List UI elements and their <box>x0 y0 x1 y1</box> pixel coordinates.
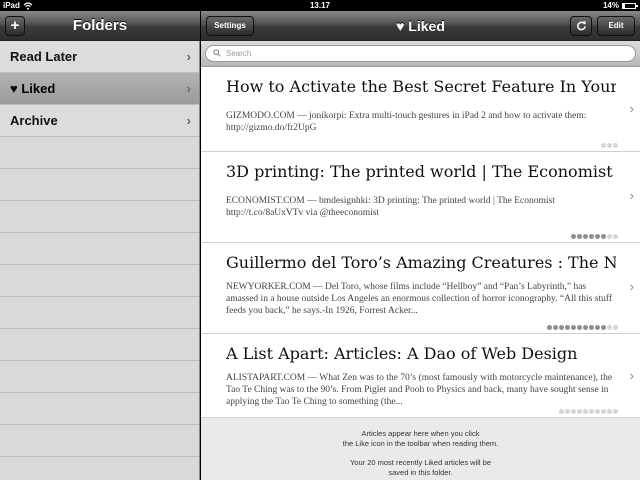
chevron-right-icon: › <box>629 188 634 203</box>
progress-dot <box>565 325 570 330</box>
article-title: A List Apart: Articles: A Dao of Web Des… <box>226 344 578 363</box>
progress-dot <box>607 143 612 148</box>
progress-dot <box>595 234 600 239</box>
folders-title: Folders <box>72 17 128 34</box>
article-row[interactable]: Guillermo del Toro’s Amazing Creatures :… <box>201 243 640 334</box>
edit-button[interactable]: Edit <box>597 16 635 36</box>
progress-dot <box>547 325 552 330</box>
article-description: ECONOMIST.COM — bmdesignhki: 3D printing… <box>226 195 616 219</box>
progress-dot <box>613 325 618 330</box>
article-source: ECONOMIST.COM <box>226 196 305 206</box>
read-progress-dots <box>601 143 618 148</box>
progress-dot <box>601 143 606 148</box>
progress-dot <box>589 325 594 330</box>
progress-dot <box>607 325 612 330</box>
progress-dot <box>577 325 582 330</box>
refresh-icon <box>576 21 586 31</box>
chevron-right-icon: › <box>186 81 191 96</box>
progress-dot <box>589 409 594 414</box>
progress-dot <box>613 234 618 239</box>
progress-dot <box>595 325 600 330</box>
battery-text: 14% <box>602 1 619 10</box>
progress-dot <box>571 234 576 239</box>
note-line: saved in this folder. <box>388 468 453 477</box>
article-row[interactable]: A List Apart: Articles: A Dao of Web Des… <box>201 334 640 418</box>
progress-dot <box>577 409 582 414</box>
note-line: the Like icon in the toolbar when readin… <box>342 439 499 448</box>
chevron-right-icon: › <box>629 368 634 383</box>
folder-label: ♥ Liked <box>10 81 56 96</box>
article-row[interactable]: How to Activate the Best Secret Feature … <box>201 67 640 152</box>
article-description: NEWYORKER.COM — Del Toro, whose films in… <box>226 281 616 317</box>
progress-dot <box>559 325 564 330</box>
progress-dot <box>583 234 588 239</box>
folders-navbar: + Folders <box>0 11 200 41</box>
article-title: Guillermo del Toro’s Amazing Creatures :… <box>226 253 616 272</box>
read-progress-dots <box>559 409 618 414</box>
chevron-right-icon: › <box>629 279 634 294</box>
progress-dot <box>553 325 558 330</box>
article-title: 3D printing: The printed world | The Eco… <box>226 162 613 181</box>
progress-dot <box>601 234 606 239</box>
article-title: How to Activate the Best Secret Feature … <box>226 77 616 96</box>
search-placeholder: Search <box>226 49 252 58</box>
note-line: Your 20 most recently Liked articles wil… <box>349 458 492 467</box>
search-bar: Search <box>201 41 640 67</box>
progress-dot <box>571 409 576 414</box>
liked-folder-note: Articles appear here when you click the L… <box>201 418 640 480</box>
liked-navbar: Settings ♥ Liked Edit <box>201 11 640 41</box>
progress-dot <box>571 325 576 330</box>
read-progress-dots <box>571 234 618 239</box>
progress-dot <box>583 409 588 414</box>
folder-item-archive[interactable]: Archive › <box>0 105 199 137</box>
article-source: NEWYORKER.COM <box>226 282 311 292</box>
folder-item-liked[interactable]: ♥ Liked › <box>0 73 199 105</box>
article-row[interactable]: 3D printing: The printed world | The Eco… <box>201 152 640 243</box>
progress-dot <box>589 234 594 239</box>
progress-dot <box>613 409 618 414</box>
article-source: GIZMODO.COM <box>226 111 295 121</box>
clock: 13.17 <box>309 1 331 10</box>
read-progress-dots <box>547 325 618 330</box>
progress-dot <box>577 234 582 239</box>
chevron-right-icon: › <box>629 101 634 116</box>
folder-label: Archive <box>10 113 58 128</box>
refresh-button[interactable] <box>570 16 592 36</box>
status-bar: iPad 13.17 14% <box>0 0 640 11</box>
chevron-right-icon: › <box>186 113 191 128</box>
search-icon <box>213 49 221 57</box>
progress-dot <box>565 409 570 414</box>
folder-list: Read Later › ♥ Liked › Archive › <box>0 41 200 480</box>
progress-dot <box>595 409 600 414</box>
progress-dot <box>613 143 618 148</box>
note-line: Articles appear here when you click <box>361 429 480 438</box>
progress-dot <box>601 409 606 414</box>
progress-dot <box>607 409 612 414</box>
article-description: ALISTAPART.COM — What Zen was to the 70’… <box>226 372 616 408</box>
progress-dot <box>601 325 606 330</box>
search-input[interactable]: Search <box>205 45 636 62</box>
progress-dot <box>607 234 612 239</box>
chevron-right-icon: › <box>186 49 191 64</box>
progress-dot <box>583 325 588 330</box>
battery-icon <box>622 2 638 9</box>
folder-label: Read Later <box>10 49 78 64</box>
progress-dot <box>559 409 564 414</box>
article-description: GIZMODO.COM — jonikorpi: Extra multi-tou… <box>226 110 616 134</box>
article-source: ALISTAPART.COM <box>226 373 306 383</box>
folder-item-read-later[interactable]: Read Later › <box>0 41 199 73</box>
